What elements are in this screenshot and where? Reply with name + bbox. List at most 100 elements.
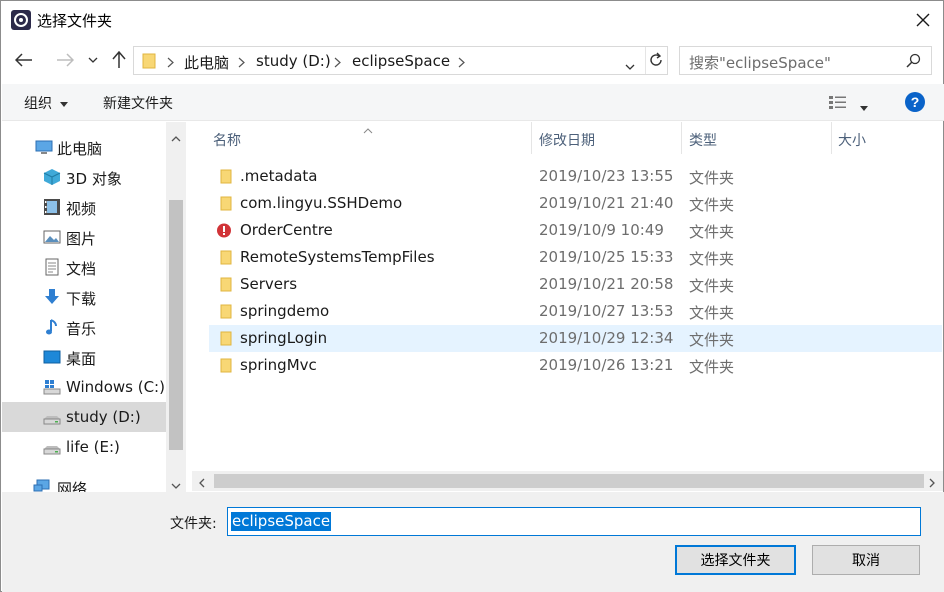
sort-ascending-icon xyxy=(363,122,373,138)
music-icon xyxy=(43,318,61,336)
file-type: 文件夹 xyxy=(689,358,735,376)
sidebar-item-windows-c[interactable]: Windows (C:) xyxy=(2,372,167,402)
file-name: OrderCentre xyxy=(240,221,333,239)
file-list-hscrollbar[interactable] xyxy=(192,471,943,491)
scroll-left-chevron-icon[interactable] xyxy=(199,476,205,492)
address-bar[interactable]: 此电脑 study (D:) eclipseSpace xyxy=(133,46,668,75)
sidebar-item-documents[interactable]: 文档 xyxy=(2,252,167,282)
close-icon[interactable] xyxy=(907,4,939,36)
sidebar-item-life-e[interactable]: life (E:) xyxy=(2,432,167,462)
cube-icon xyxy=(43,168,61,186)
file-date: 2019/10/23 13:55 xyxy=(539,167,674,185)
network-icon xyxy=(33,478,51,492)
folder-name-field[interactable]: eclipseSpace xyxy=(227,507,921,536)
column-divider[interactable] xyxy=(831,122,832,154)
column-header-name[interactable]: 名称 xyxy=(213,130,241,150)
folder-icon xyxy=(216,250,232,265)
search-icon[interactable] xyxy=(906,53,921,72)
new-folder-button[interactable]: 新建文件夹 xyxy=(103,93,173,113)
column-header-date[interactable]: 修改日期 xyxy=(539,130,595,150)
file-row[interactable]: RemoteSystemsTempFiles 2019/10/25 15:33 … xyxy=(209,244,942,271)
up-arrow-icon[interactable] xyxy=(105,46,133,74)
address-history-chevron-icon[interactable] xyxy=(625,58,635,74)
file-row[interactable]: .metadata 2019/10/23 13:55 文件夹 xyxy=(209,163,942,190)
breadcrumb-folder[interactable]: eclipseSpace xyxy=(352,52,450,70)
sidebar-item-study-d[interactable]: study (D:) xyxy=(2,402,167,432)
file-date: 2019/10/9 10:49 xyxy=(539,221,664,239)
file-row[interactable]: com.lingyu.SSHDemo 2019/10/21 21:40 文件夹 xyxy=(209,190,942,217)
file-row[interactable]: springdemo 2019/10/27 13:53 文件夹 xyxy=(209,298,942,325)
file-row-selected[interactable]: springLogin 2019/10/29 12:34 文件夹 xyxy=(209,325,942,352)
file-name: RemoteSystemsTempFiles xyxy=(240,248,435,266)
breadcrumb-drive[interactable]: study (D:) xyxy=(256,52,331,70)
file-row[interactable]: Servers 2019/10/21 20:58 文件夹 xyxy=(209,271,942,298)
video-icon xyxy=(43,198,61,216)
file-row[interactable]: OrderCentre 2019/10/9 10:49 文件夹 xyxy=(209,217,942,244)
help-icon[interactable]: ? xyxy=(904,91,926,117)
organize-menu[interactable]: 组织 xyxy=(24,93,69,113)
column-header-size[interactable]: 大小 xyxy=(838,130,866,150)
back-arrow-icon[interactable] xyxy=(10,46,38,74)
scrollbar-thumb[interactable] xyxy=(214,474,924,488)
sidebar-item-label: 视频 xyxy=(66,200,97,218)
cancel-button[interactable]: 取消 xyxy=(812,545,920,575)
file-type: 文件夹 xyxy=(689,223,735,241)
file-type: 文件夹 xyxy=(689,277,735,295)
file-type: 文件夹 xyxy=(689,331,735,349)
column-header-type[interactable]: 类型 xyxy=(689,130,717,150)
column-divider[interactable] xyxy=(681,122,682,154)
scroll-right-chevron-icon[interactable] xyxy=(929,476,935,492)
navigation-scrollbar[interactable] xyxy=(166,122,186,492)
view-dropdown-triangle-icon[interactable] xyxy=(860,99,868,115)
organize-label: 组织 xyxy=(24,96,52,112)
chevron-right-icon[interactable] xyxy=(334,56,341,72)
breadcrumb-this-pc[interactable]: 此电脑 xyxy=(184,52,229,73)
chevron-right-icon[interactable] xyxy=(167,56,174,72)
folder-field-label: 文件夹: xyxy=(170,516,217,532)
sidebar-item-videos[interactable]: 视频 xyxy=(2,192,167,222)
app-icon xyxy=(10,9,32,31)
sidebar-item-label: life (E:) xyxy=(66,438,120,456)
file-name: .metadata xyxy=(240,167,318,185)
scrollbar-thumb[interactable] xyxy=(169,200,183,450)
command-bar: 组织 新建文件夹 ? xyxy=(2,84,944,121)
desktop-icon xyxy=(43,348,61,366)
chevron-right-icon[interactable] xyxy=(458,56,465,72)
scroll-down-chevron-icon[interactable] xyxy=(171,477,181,493)
sidebar-item-desktop[interactable]: 桌面 xyxy=(2,342,167,372)
file-date: 2019/10/29 12:34 xyxy=(539,329,674,347)
folder-icon xyxy=(216,358,232,373)
drive-icon xyxy=(43,408,61,426)
address-divider xyxy=(645,47,646,74)
folder-name-value[interactable]: eclipseSpace xyxy=(231,512,332,531)
sidebar-item-label: 3D 对象 xyxy=(66,170,122,188)
file-name: springdemo xyxy=(240,302,330,320)
file-date: 2019/10/21 20:58 xyxy=(539,275,674,293)
sidebar-item-network[interactable]: 网络 xyxy=(2,472,167,492)
select-folder-button[interactable]: 选择文件夹 xyxy=(675,545,796,575)
sidebar-item-music[interactable]: 音乐 xyxy=(2,312,167,342)
sidebar-item-downloads[interactable]: 下载 xyxy=(2,282,167,312)
search-box[interactable]: 搜索"eclipseSpace" xyxy=(679,46,932,75)
search-input[interactable]: 搜索"eclipseSpace" xyxy=(689,52,831,73)
refresh-icon[interactable] xyxy=(648,52,664,72)
document-icon xyxy=(43,258,61,276)
file-row[interactable]: springMvc 2019/10/26 13:21 文件夹 xyxy=(209,352,942,379)
title-bar: 选择文件夹 xyxy=(1,1,943,39)
folder-icon xyxy=(216,196,232,211)
recent-locations-chevron-icon[interactable] xyxy=(81,46,105,74)
column-divider[interactable] xyxy=(531,122,532,154)
view-options-icon[interactable] xyxy=(828,95,848,113)
forward-arrow-icon[interactable] xyxy=(51,46,79,74)
computer-icon xyxy=(35,138,53,156)
sidebar-item-this-pc[interactable]: 此电脑 xyxy=(2,132,167,162)
folder-icon xyxy=(216,277,232,292)
dialog-footer: 文件夹: eclipseSpace 选择文件夹 取消 xyxy=(2,492,944,592)
file-date: 2019/10/21 21:40 xyxy=(539,194,674,212)
sidebar-item-3d-objects[interactable]: 3D 对象 xyxy=(2,162,167,192)
sidebar-item-pictures[interactable]: 图片 xyxy=(2,222,167,252)
chevron-right-icon[interactable] xyxy=(238,56,245,72)
sidebar-item-label: Windows (C:) xyxy=(66,378,165,396)
scroll-up-chevron-icon[interactable] xyxy=(171,130,181,146)
sidebar-item-label: 下载 xyxy=(66,290,97,308)
